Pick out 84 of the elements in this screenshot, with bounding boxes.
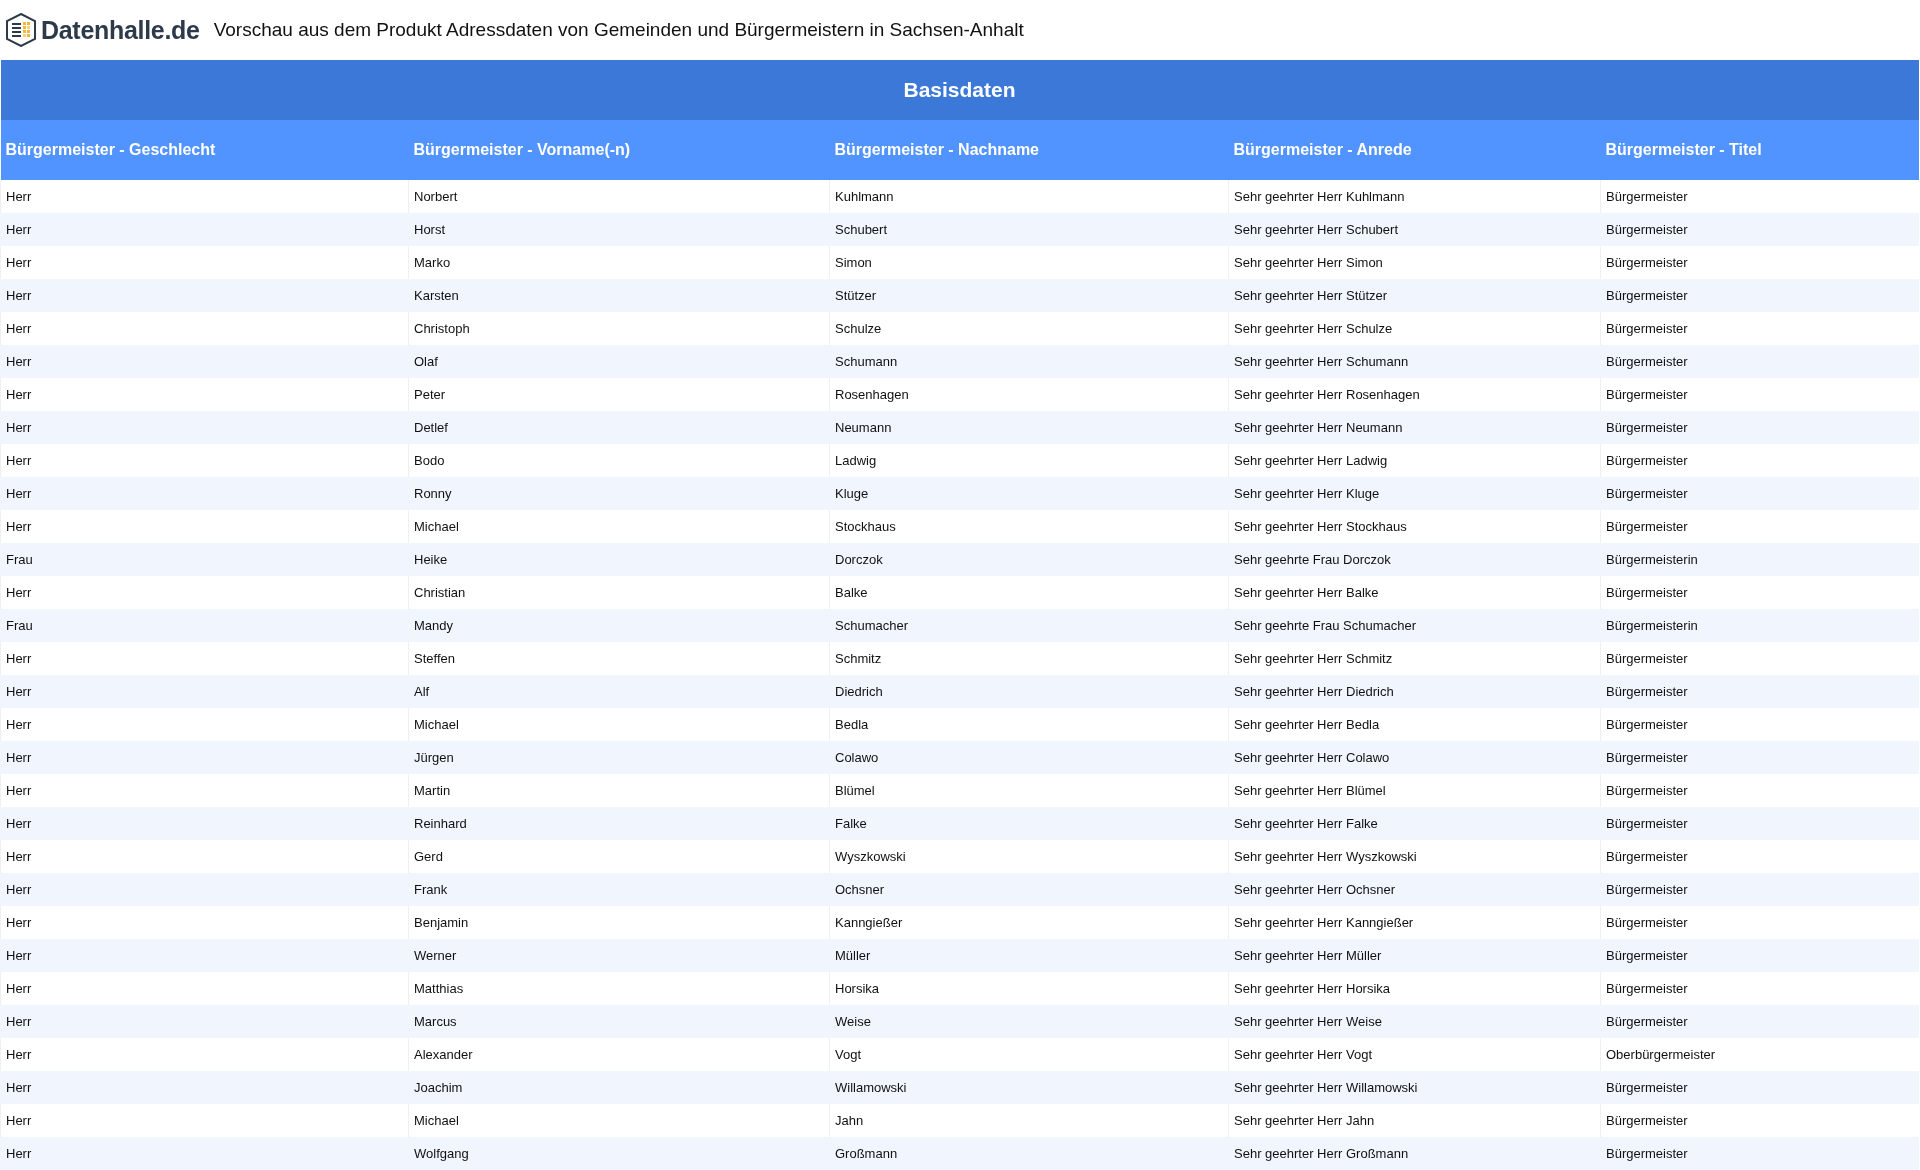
table-cell: Herr	[0, 873, 409, 906]
table-cell: Bürgermeister	[1600, 1071, 1919, 1104]
table-cell: Bürgermeister	[1600, 873, 1919, 906]
table-cell: Sehr geehrter Herr Weise	[1228, 1005, 1601, 1038]
table-cell: Bürgermeister	[1600, 411, 1919, 444]
table-cell: Olaf	[408, 345, 830, 378]
table-cell: Bürgermeister	[1600, 477, 1919, 510]
table-cell: Colawo	[829, 741, 1229, 774]
table-cell: Alf	[408, 675, 830, 708]
table-cell: Sehr geehrter Herr Diedrich	[1228, 675, 1601, 708]
table-cell: Marcus	[408, 1005, 830, 1038]
column-header: Bürgermeister - Geschlecht	[0, 120, 409, 180]
table-cell: Frau	[0, 609, 409, 642]
table-cell: Bürgermeisterin	[1600, 543, 1919, 576]
table-cell: Schumacher	[829, 609, 1229, 642]
logo-icon	[5, 13, 37, 47]
table-cell: Sehr geehrter Herr Müller	[1228, 939, 1601, 972]
table-cell: Frau	[0, 543, 409, 576]
table-cell: Willamowski	[829, 1071, 1229, 1104]
table-cell: Bürgermeisterin	[1600, 609, 1919, 642]
table-cell: Bürgermeister	[1600, 213, 1919, 246]
table-cell: Bürgermeister	[1600, 741, 1919, 774]
table-cell: Herr	[0, 1005, 409, 1038]
table-cell: Wolfgang	[408, 1137, 830, 1170]
table-cell: Bürgermeister	[1600, 807, 1919, 840]
table-cell: Sehr geehrter Herr Willamowski	[1228, 1071, 1601, 1104]
table-cell: Bürgermeister	[1600, 1137, 1919, 1170]
table-cell: Sehr geehrter Herr Falke	[1228, 807, 1601, 840]
table-cell: Müller	[829, 939, 1229, 972]
table-cell: Bürgermeister	[1600, 1005, 1919, 1038]
group-header: Basisdaten	[0, 60, 1919, 120]
table-cell: Joachim	[408, 1071, 830, 1104]
table-cell: Sehr geehrter Herr Kluge	[1228, 477, 1601, 510]
column-header: Bürgermeister - Nachname	[829, 120, 1229, 180]
table-cell: Herr	[0, 939, 409, 972]
table-cell: Werner	[408, 939, 830, 972]
table-cell: Stützer	[829, 279, 1229, 312]
table-cell: Bürgermeister	[1600, 279, 1919, 312]
table-cell: Sehr geehrter Herr Schumann	[1228, 345, 1601, 378]
table-cell: Falke	[829, 807, 1229, 840]
table-cell: Schumann	[829, 345, 1229, 378]
table-cell: Sehr geehrte Frau Dorczok	[1228, 543, 1601, 576]
table-cell: Herr	[0, 213, 409, 246]
table-cell: Herr	[0, 279, 409, 312]
table-cell: Neumann	[829, 411, 1229, 444]
table-cell: Weise	[829, 1005, 1229, 1038]
column-header: Bürgermeister - Titel	[1600, 120, 1919, 180]
table-cell: Frank	[408, 873, 830, 906]
table-cell: Großmann	[829, 1137, 1229, 1170]
table-cell: Ronny	[408, 477, 830, 510]
table-cell: Sehr geehrter Herr Colawo	[1228, 741, 1601, 774]
page-title: Vorschau aus dem Produkt Adressdaten von Gemeinden und Bürgermeistern in Sachsen-Anhalt	[213, 19, 1024, 41]
table-cell: Bürgermeister	[1600, 345, 1919, 378]
table-cell: Herr	[0, 741, 409, 774]
column-header: Bürgermeister - Anrede	[1228, 120, 1601, 180]
table-cell: Herr	[0, 1071, 409, 1104]
table-cell: Reinhard	[408, 807, 830, 840]
table-cell: Bürgermeister	[1600, 675, 1919, 708]
table-cell: Jürgen	[408, 741, 830, 774]
table-cell: Herr	[0, 345, 409, 378]
table-cell: Herr	[0, 1137, 409, 1170]
table-cell: Horst	[408, 213, 830, 246]
table-cell: Sehr geehrter Herr Neumann	[1228, 411, 1601, 444]
logo-text: Datenhalle.de	[41, 15, 200, 45]
table-cell: Schubert	[829, 213, 1229, 246]
table-cell: Herr	[0, 675, 409, 708]
table-cell: Sehr geehrter Herr Ochsner	[1228, 873, 1601, 906]
table-cell: Sehr geehrte Frau Schumacher	[1228, 609, 1601, 642]
table-cell: Bürgermeister	[1600, 939, 1919, 972]
table-cell: Sehr geehrter Herr Stützer	[1228, 279, 1601, 312]
table-cell: Ochsner	[829, 873, 1229, 906]
table-cell: Herr	[0, 411, 409, 444]
table-cell: Karsten	[408, 279, 830, 312]
table-cell: Sehr geehrter Herr Schubert	[1228, 213, 1601, 246]
table-cell: Herr	[0, 807, 409, 840]
table-cell: Diedrich	[829, 675, 1229, 708]
table-cell: Dorczok	[829, 543, 1229, 576]
table-cell: Sehr geehrter Herr Großmann	[1228, 1137, 1601, 1170]
table-cell: Kluge	[829, 477, 1229, 510]
column-header: Bürgermeister - Vorname(-n)	[408, 120, 830, 180]
table-cell: Herr	[0, 477, 409, 510]
table-cell: Detlef	[408, 411, 830, 444]
table-cell: Heike	[408, 543, 830, 576]
table-cell: Mandy	[408, 609, 830, 642]
